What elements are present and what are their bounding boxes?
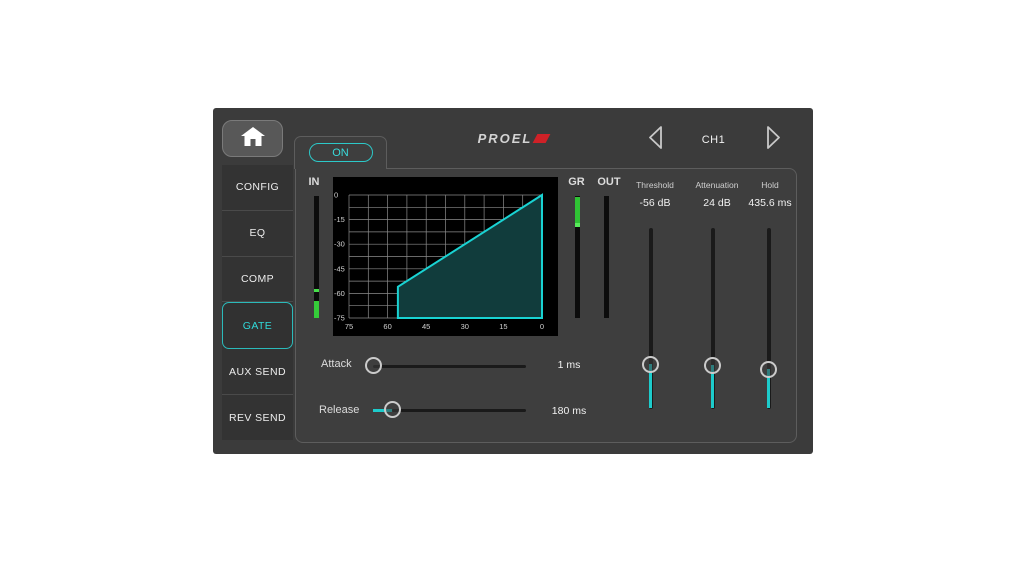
svg-text:75: 75 [345, 322, 353, 331]
attack-value: 1 ms [539, 359, 599, 371]
gr-meter-bar [575, 197, 580, 223]
hold-value: 435.6 ms [729, 197, 811, 209]
home-icon [240, 126, 266, 152]
svg-text:-15: -15 [334, 215, 345, 224]
screen: PROEL CH1 CONFIG EQ COMP GATE AUX SEND R… [0, 0, 1024, 565]
attenuation-slider[interactable] [704, 228, 721, 409]
chevron-left-icon [650, 127, 661, 148]
gate-on-toggle[interactable]: ON [309, 143, 373, 162]
gate-tab: ON [294, 136, 387, 169]
brand-flag-icon [533, 134, 551, 143]
release-slider-knob[interactable] [384, 401, 401, 418]
svg-text:15: 15 [499, 322, 507, 331]
in-meter-peak [314, 289, 319, 292]
home-button[interactable] [222, 120, 283, 157]
svg-text:-75: -75 [334, 314, 345, 323]
threshold-slider-knob[interactable] [642, 356, 659, 373]
in-meter-label: IN [304, 176, 324, 188]
release-label: Release [319, 404, 359, 416]
attenuation-slider-knob[interactable] [704, 357, 721, 374]
in-level-meter [314, 196, 319, 318]
svg-text:-45: -45 [334, 264, 345, 273]
svg-text:-60: -60 [334, 289, 345, 298]
attack-slider-knob[interactable] [365, 357, 382, 374]
mixer-gate-screen: PROEL CH1 CONFIG EQ COMP GATE AUX SEND R… [213, 108, 813, 454]
next-channel-button[interactable] [762, 124, 784, 151]
sidebar-item-comp[interactable]: COMP [222, 257, 293, 303]
gr-level-meter [575, 196, 580, 318]
in-meter-bar [314, 301, 319, 318]
gate-panel: IN 0-15-30-45-60-7575604530150 GR OUT Th… [295, 168, 797, 443]
release-slider-track[interactable] [392, 409, 526, 412]
chevron-right-icon [768, 127, 779, 148]
hold-param: Hold 435.6 ms [729, 180, 811, 209]
threshold-slider[interactable] [642, 228, 659, 409]
channel-label: CH1 [686, 134, 741, 146]
svg-text:45: 45 [422, 322, 430, 331]
sidebar-item-config[interactable]: CONFIG [222, 165, 293, 211]
gate-curve-graph: 0 -15 -30 -45 -60 -7575 60 45 30 15 0 [333, 177, 558, 336]
sidebar-item-rev-send[interactable]: REV SEND [222, 395, 293, 440]
svg-text:0: 0 [334, 191, 338, 200]
sidebar-item-eq[interactable]: EQ [222, 211, 293, 257]
hold-slider[interactable] [760, 228, 777, 409]
attack-slider-track[interactable] [373, 365, 526, 368]
sidebar-item-gate[interactable]: GATE [222, 302, 293, 349]
gr-meter-peak [575, 223, 580, 227]
attack-label: Attack [321, 358, 352, 370]
sidebar-item-aux-send[interactable]: AUX SEND [222, 349, 293, 395]
svg-text:30: 30 [461, 322, 469, 331]
release-value: 180 ms [539, 405, 599, 417]
hold-label: Hold [729, 180, 811, 190]
svg-text:60: 60 [383, 322, 391, 331]
gate-curve-svg: 0 -15 -30 -45 -60 -7575 60 45 30 15 0 [333, 177, 558, 336]
out-level-meter [604, 196, 609, 318]
hold-slider-knob[interactable] [760, 361, 777, 378]
gr-meter-label: GR [564, 176, 589, 188]
prev-channel-button[interactable] [645, 124, 667, 151]
svg-text:-30: -30 [334, 240, 345, 249]
sidebar: CONFIG EQ COMP GATE AUX SEND REV SEND [222, 165, 293, 440]
brand-text: PROEL [478, 131, 533, 146]
svg-text:0: 0 [540, 322, 544, 331]
brand-logo: PROEL [478, 131, 549, 146]
